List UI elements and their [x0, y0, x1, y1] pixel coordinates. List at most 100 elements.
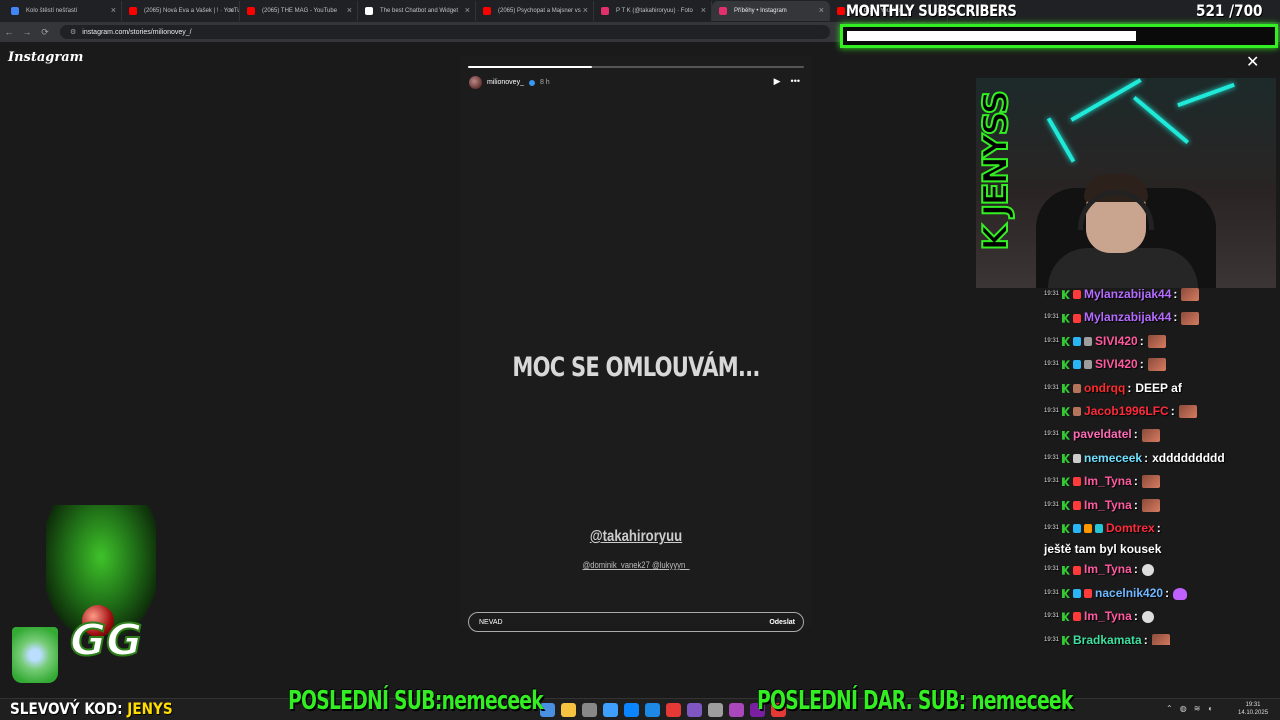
chat-username[interactable]: SIVI420: [1095, 353, 1138, 376]
taskbar-app-icon[interactable]: [666, 703, 681, 717]
back-icon[interactable]: ←: [0, 27, 18, 37]
chat-username[interactable]: Mylanzabijak44: [1084, 306, 1171, 329]
play-icon[interactable]: ▶: [774, 76, 781, 87]
chat-username[interactable]: ondrqq: [1084, 377, 1125, 400]
channel-badge-icon: [1062, 454, 1071, 464]
channel-badge-icon: [1062, 407, 1071, 417]
close-icon[interactable]: ✕: [1246, 52, 1259, 72]
tab-close-icon[interactable]: ×: [111, 5, 116, 15]
tab-close-icon[interactable]: ×: [701, 5, 706, 15]
tab-favicon-icon: [483, 7, 491, 15]
chat-username[interactable]: SIVI420: [1095, 330, 1138, 353]
tab-favicon-icon: [601, 7, 609, 15]
channel-badge-icon: [1062, 430, 1071, 440]
chat-username[interactable]: Domtrex: [1106, 517, 1155, 540]
webcam-feed: [976, 78, 1276, 288]
chat-timestamp: 19:31: [1044, 291, 1060, 297]
chat-separator: :: [1133, 427, 1138, 442]
chat-username[interactable]: Bradkamata: [1073, 629, 1142, 645]
subs-current: 521: [1196, 1, 1225, 20]
channel-badge-icon: [1062, 313, 1071, 323]
user-badge-icon: [1073, 360, 1082, 370]
user-badge-icon: [1073, 477, 1082, 487]
browser-tab[interactable]: Příběhy • Instagram ×: [712, 1, 830, 21]
tab-close-icon[interactable]: ×: [465, 5, 470, 15]
gg-booster-art: GG: [12, 505, 172, 685]
neon-light: [1046, 117, 1076, 163]
instagram-logo[interactable]: Instagram: [8, 50, 83, 65]
chat-username[interactable]: nemeceek: [1084, 447, 1142, 470]
chat-message: 19:31 nemeceek: xddddddddd: [1040, 447, 1278, 470]
wifi-icon[interactable]: ≋: [1194, 704, 1201, 713]
avatar[interactable]: [469, 76, 482, 89]
streamer-logo: K JENYSS: [975, 91, 1017, 270]
taskbar-app-icon[interactable]: [582, 703, 597, 717]
network-icon[interactable]: ◍: [1180, 704, 1187, 713]
story-time: 8 h: [539, 79, 550, 86]
taskbar-app-icon[interactable]: [603, 703, 618, 717]
reply-input[interactable]: [479, 618, 770, 626]
taskbar-app-icon[interactable]: [561, 703, 576, 717]
story-mention-secondary[interactable]: @dominik_vanek27 @lukyyyn_: [486, 560, 785, 570]
browser-tab[interactable]: (2065) Psychopat a Majsner vs ×: [476, 1, 594, 21]
chat-timestamp: 19:31: [1044, 337, 1060, 344]
chat-text: ještě tam byl kousek: [1044, 542, 1162, 557]
taskbar-app-icon[interactable]: [624, 703, 639, 717]
send-button[interactable]: Odeslat: [769, 619, 795, 626]
tab-title: (2065) THE MAG - YouTube: [262, 8, 338, 14]
story-mention-main[interactable]: @takahiroryuu: [492, 528, 781, 546]
volume-icon[interactable]: ◖: [1207, 704, 1212, 713]
tab-close-icon[interactable]: ×: [229, 5, 234, 15]
chat-username[interactable]: nacelnik420: [1095, 582, 1163, 605]
system-clock[interactable]: 19:31 14.10.2025: [1238, 701, 1268, 717]
chat-message: 19:31 Mylanzabijak44:: [1040, 283, 1278, 306]
browser-tab[interactable]: The best Chatbot and Widget ×: [358, 1, 476, 21]
story-progress-fill: [468, 66, 593, 68]
chat-timestamp: 19:31: [1044, 478, 1060, 485]
clock-date: 14.10.2025: [1238, 710, 1269, 716]
last-gift-sub-banner: POSLEDNÍ DAR. SUB: nemeceek: [757, 686, 1073, 716]
site-info-icon[interactable]: ⚙: [70, 28, 76, 36]
chat-timestamp: 19:31: [1044, 408, 1060, 415]
last-gift-sub-value: nemeceek: [971, 686, 1073, 716]
chat-separator: :: [1170, 404, 1175, 419]
reload-icon[interactable]: ⟳: [36, 27, 54, 38]
user-badge-icon: [1084, 337, 1093, 347]
tab-close-icon[interactable]: ×: [819, 5, 824, 15]
tray-chevron-icon[interactable]: ⌃: [1166, 704, 1173, 713]
chat-username[interactable]: Mylanzabijak44: [1084, 283, 1171, 306]
face-emote-icon: [1141, 498, 1160, 512]
more-options-icon[interactable]: •••: [791, 76, 800, 87]
story-viewer[interactable]: milionovey_ 8 h ▶ ••• MOC SE OMLOUVÁM...…: [460, 56, 812, 626]
user-badge-icon: [1073, 454, 1082, 464]
taskbar-app-icon[interactable]: [687, 703, 702, 717]
chat-text: xddddddddd: [1152, 450, 1225, 465]
story-username[interactable]: milionovey_: [487, 79, 524, 86]
chat-username[interactable]: paveldatel: [1073, 423, 1132, 446]
chat-username[interactable]: Im_Tyna: [1084, 470, 1132, 493]
browser-tab[interactable]: (2065) THE MAG - YouTube ×: [240, 1, 358, 21]
chat-username[interactable]: Im_Tyna: [1084, 605, 1132, 628]
chat-timestamp: 19:31: [1044, 636, 1060, 643]
story-progress-bar: [468, 66, 804, 68]
tab-close-icon[interactable]: ×: [583, 5, 588, 15]
taskbar-app-icon[interactable]: [708, 703, 723, 717]
browser-tab[interactable]: (2065) Nová Eva a Vašek | ! · YouTube ×: [122, 1, 240, 21]
channel-badge-icon: [1062, 360, 1071, 370]
chat-separator: :: [1133, 609, 1138, 624]
url-field[interactable]: ⚙ instagram.com/stories/milionovey_/: [60, 25, 830, 39]
chat-username[interactable]: Im_Tyna: [1084, 558, 1132, 581]
neon-light: [1070, 78, 1142, 122]
tab-close-icon[interactable]: ×: [347, 5, 352, 15]
channel-badge-icon: [1062, 383, 1071, 393]
ghost-emote-icon: [1141, 564, 1154, 577]
browser-tab[interactable]: P T K (@takahiroryuu) · Foto ×: [594, 1, 712, 21]
taskbar-app-icon[interactable]: [729, 703, 744, 717]
chat-username[interactable]: Jacob1996LFC: [1084, 400, 1169, 423]
discount-code-value: JENYS: [127, 699, 173, 718]
face-emote-icon: [1147, 335, 1166, 349]
chat-username[interactable]: Im_Tyna: [1084, 494, 1132, 517]
forward-icon[interactable]: →: [18, 27, 36, 37]
browser-tab[interactable]: Kolo štěstí nešťastí ×: [4, 1, 122, 21]
taskbar-app-icon[interactable]: [645, 703, 660, 717]
